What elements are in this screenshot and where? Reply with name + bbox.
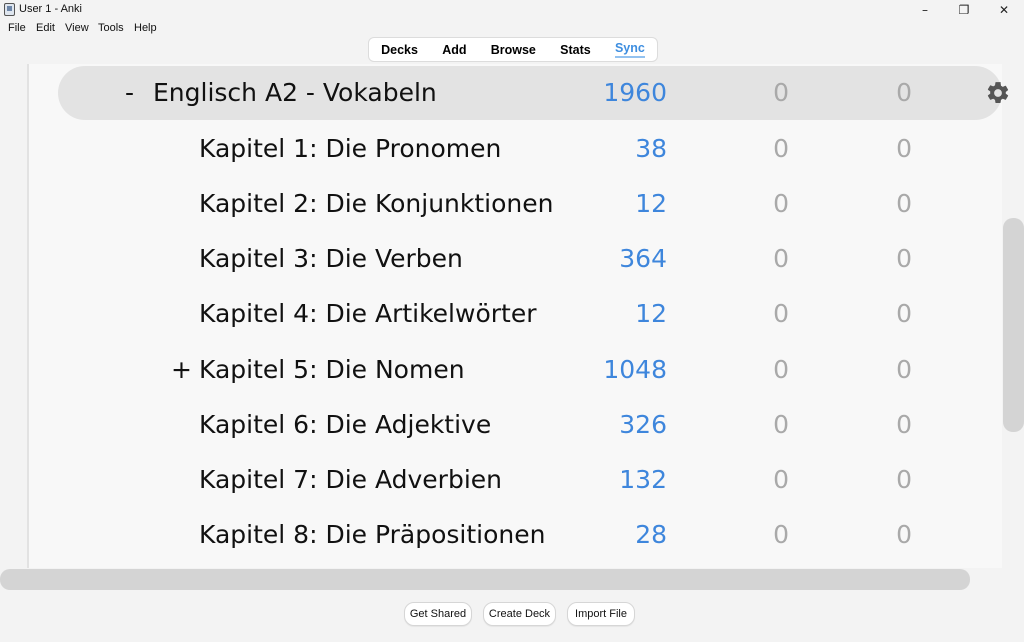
deck-name[interactable]: Kapitel 5: Die Nomen — [199, 355, 465, 384]
new-count: 1048 — [603, 355, 667, 384]
learn-count: 0 — [773, 244, 789, 273]
menu-file[interactable]: File — [8, 22, 26, 34]
new-count: 38 — [635, 134, 667, 163]
deck-row[interactable]: - Englisch A2 - Vokabeln 1960 0 0 — [58, 66, 1009, 120]
menu-bar: File Edit View Tools Help — [0, 20, 1024, 36]
learn-count: 0 — [773, 355, 789, 384]
vertical-scrollbar[interactable] — [1003, 218, 1024, 432]
deck-name[interactable]: Kapitel 1: Die Pronomen — [199, 134, 501, 163]
deck-row[interactable]: Kapitel 3: Die Verben 364 0 0 — [29, 232, 1002, 287]
horizontal-scrollbar[interactable] — [0, 569, 970, 590]
tab-decks[interactable]: Decks — [381, 43, 418, 57]
deck-name[interactable]: Kapitel 3: Die Verben — [199, 244, 463, 273]
create-deck-button[interactable]: Create Deck — [483, 602, 556, 626]
deck-name[interactable]: Kapitel 7: Die Adverbien — [199, 465, 502, 494]
menu-tools[interactable]: Tools — [98, 22, 124, 34]
import-file-button[interactable]: Import File — [567, 602, 635, 626]
main-toolbar: Decks Add Browse Stats Sync — [368, 37, 658, 62]
bottom-bar: Get Shared Create Deck Import File — [0, 596, 1024, 634]
deck-name[interactable]: Englisch A2 - Vokabeln — [153, 78, 437, 107]
window-title: User 1 - Anki — [19, 3, 82, 15]
deck-name[interactable]: Kapitel 6: Die Adjektive — [199, 410, 491, 439]
deck-row[interactable]: Kapitel 4: Die Artikelwörter 12 0 0 — [29, 287, 1002, 342]
anki-logo-icon — [4, 3, 15, 16]
deck-row[interactable]: Kapitel 6: Die Adjektive 326 0 0 — [29, 398, 1002, 453]
learn-count: 0 — [773, 465, 789, 494]
learn-count: 0 — [773, 299, 789, 328]
new-count: 12 — [635, 299, 667, 328]
learn-count: 0 — [773, 520, 789, 549]
due-count: 0 — [896, 244, 912, 273]
menu-view[interactable]: View — [65, 22, 89, 34]
expand-toggle[interactable]: + — [171, 355, 192, 384]
minimize-button[interactable]: – — [905, 0, 945, 20]
tab-browse[interactable]: Browse — [491, 43, 536, 57]
due-count: 0 — [896, 134, 912, 163]
close-button[interactable]: ✕ — [984, 0, 1024, 20]
due-count: 0 — [896, 189, 912, 218]
menu-help[interactable]: Help — [134, 22, 157, 34]
learn-count: 0 — [773, 189, 789, 218]
new-count: 28 — [635, 520, 667, 549]
due-count: 0 — [896, 465, 912, 494]
deck-row[interactable]: Kapitel 1: Die Pronomen 38 0 0 — [29, 122, 1002, 177]
due-count: 0 — [896, 355, 912, 384]
deck-name[interactable]: Kapitel 8: Die Präpositionen — [199, 520, 545, 549]
gear-icon[interactable] — [985, 80, 1011, 106]
new-count: 364 — [619, 244, 667, 273]
maximize-button[interactable]: ❐ — [944, 0, 984, 20]
title-bar: User 1 - Anki – ❐ ✕ — [0, 0, 1024, 20]
deck-list: - Englisch A2 - Vokabeln 1960 0 0 Kapite… — [29, 64, 1009, 568]
menu-edit[interactable]: Edit — [36, 22, 55, 34]
deck-name[interactable]: Kapitel 4: Die Artikelwörter — [199, 299, 537, 328]
collapse-toggle[interactable]: - — [125, 78, 134, 107]
deck-row[interactable]: Kapitel 2: Die Konjunktionen 12 0 0 — [29, 177, 1002, 232]
due-count: 0 — [896, 520, 912, 549]
due-count: 0 — [896, 410, 912, 439]
get-shared-button[interactable]: Get Shared — [404, 602, 472, 626]
deck-name[interactable]: Kapitel 2: Die Konjunktionen — [199, 189, 553, 218]
learn-count: 0 — [773, 134, 789, 163]
tab-sync[interactable]: Sync — [614, 41, 645, 58]
learn-count: 0 — [773, 410, 789, 439]
deck-browser: - Englisch A2 - Vokabeln 1960 0 0 Kapite… — [0, 64, 1024, 568]
learn-count: 0 — [773, 78, 789, 107]
due-count: 0 — [896, 78, 912, 107]
new-count: 12 — [635, 189, 667, 218]
due-count: 0 — [896, 299, 912, 328]
new-count: 326 — [619, 410, 667, 439]
new-count: 1960 — [603, 78, 667, 107]
tab-stats[interactable]: Stats — [560, 43, 591, 57]
tab-add[interactable]: Add — [442, 43, 466, 57]
new-count: 132 — [619, 465, 667, 494]
deck-row[interactable]: + Kapitel 5: Die Nomen 1048 0 0 — [29, 343, 1002, 398]
deck-row[interactable]: Kapitel 7: Die Adverbien 132 0 0 — [29, 453, 1002, 508]
deck-row[interactable]: Kapitel 8: Die Präpositionen 28 0 0 — [29, 508, 1002, 563]
